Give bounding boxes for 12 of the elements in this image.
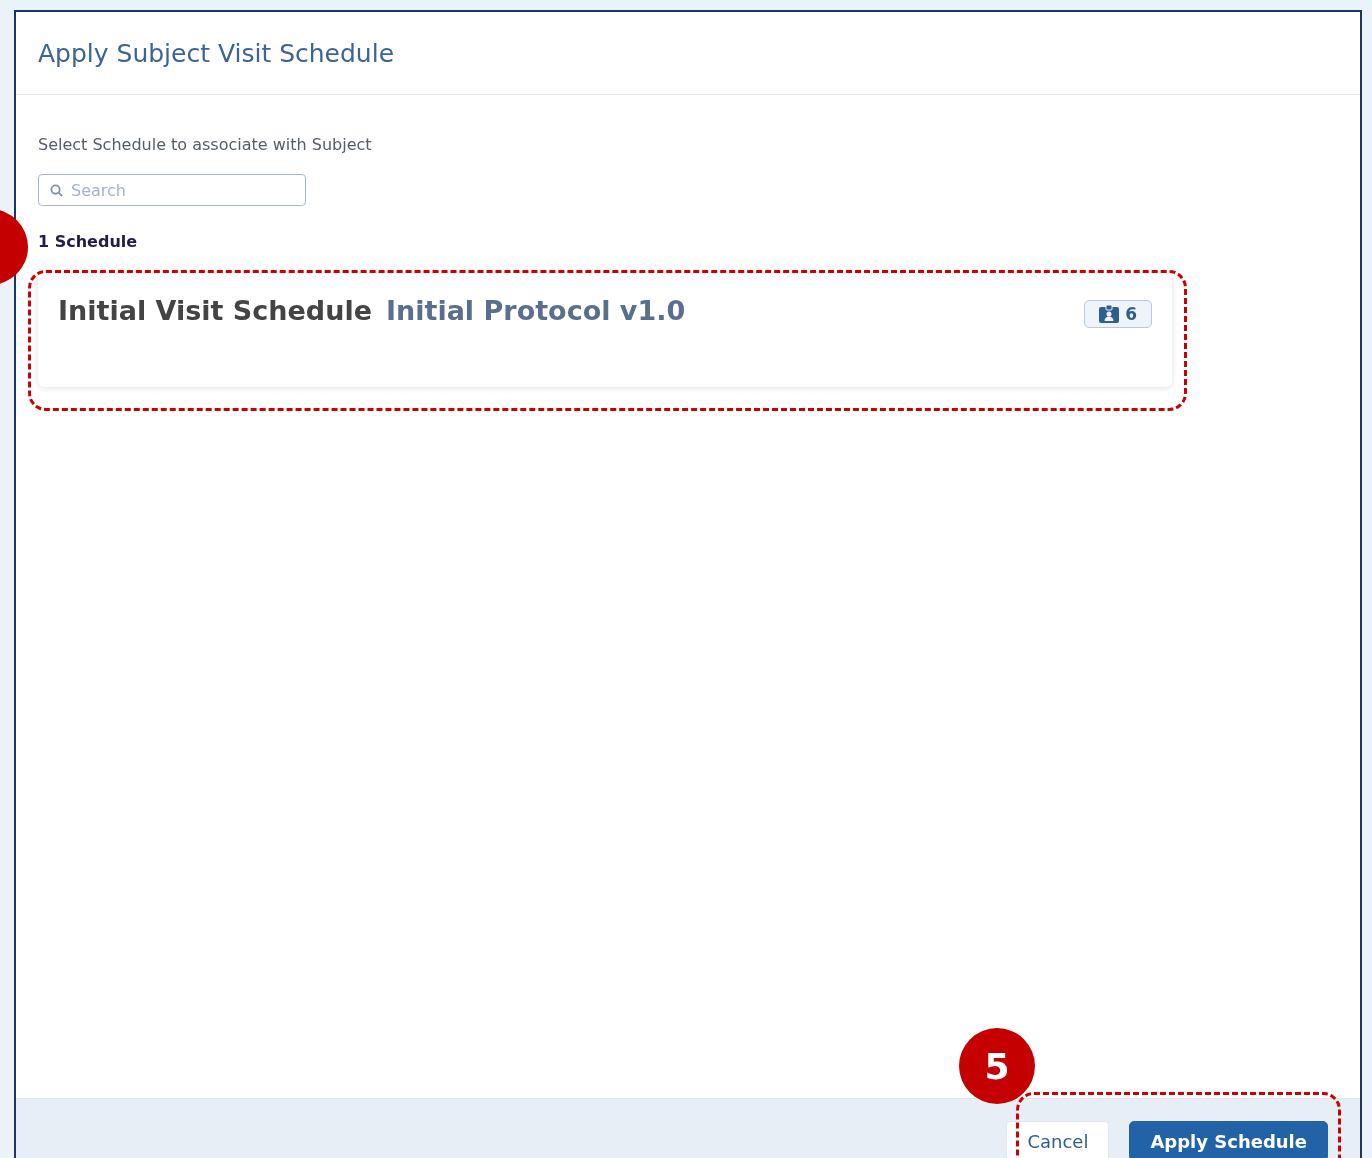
id-badge-icon	[1099, 305, 1120, 323]
schedule-name: Initial Visit Schedule	[58, 295, 372, 326]
protocol-name: Initial Protocol v1.0	[385, 295, 686, 326]
visit-count-badge: 6	[1084, 300, 1152, 328]
apply-schedule-button[interactable]: Apply Schedule	[1129, 1121, 1328, 1158]
search-icon	[50, 184, 63, 197]
cancel-button[interactable]: Cancel	[1006, 1121, 1110, 1158]
schedule-count: 1 Schedule	[38, 232, 139, 251]
dialog-title: Apply Subject Visit Schedule	[38, 38, 395, 68]
instruction-text: Select Schedule to associate with Subject	[38, 135, 373, 154]
search-field[interactable]: Search	[38, 174, 306, 206]
schedule-card[interactable]: Initial Visit Schedule Initial Protocol v1.0 6	[38, 273, 1172, 387]
